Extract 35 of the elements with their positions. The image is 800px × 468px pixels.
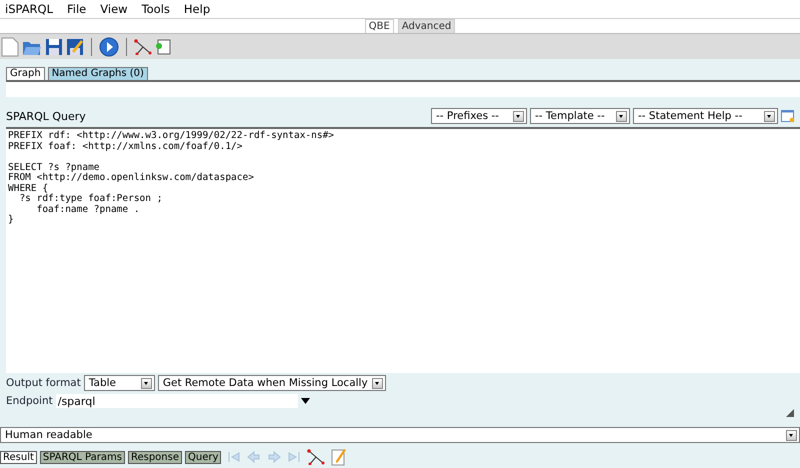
menu-item[interactable]: File bbox=[67, 2, 86, 16]
query-editor[interactable]: PREFIX rdf: <http://www.w3.org/1999/02/22-rdf-syntax-ns#> PREFIX foaf: <http://xmlns.com/foaf/0.1/> SELECT ?s ?pname FROM <http://demo.openlinksw.com/dataspace> WHERE { ?s rdf:type foaf:Person ; foaf:name ?pname . } bbox=[6, 127, 800, 373]
save-as-icon[interactable] bbox=[66, 38, 84, 56]
insert-icon[interactable] bbox=[155, 38, 171, 54]
graph-icon[interactable] bbox=[134, 38, 152, 54]
new-window-icon[interactable] bbox=[781, 110, 795, 122]
app-menu[interactable]: iSPARQL bbox=[5, 2, 54, 16]
dropdown[interactable]: Get Remote Data when Missing Locally bbox=[158, 375, 386, 391]
mode-tab[interactable]: Advanced bbox=[398, 19, 456, 33]
mode-tab[interactable]: QBE bbox=[364, 19, 394, 33]
new-document-icon[interactable] bbox=[1, 36, 19, 56]
graph-tab[interactable]: Graph bbox=[6, 67, 45, 80]
dropdown[interactable]: Human readable bbox=[0, 427, 800, 443]
edit-document-icon[interactable] bbox=[331, 448, 348, 466]
result-tab[interactable]: Result bbox=[0, 450, 37, 464]
save-icon[interactable] bbox=[45, 38, 63, 56]
graph-tab[interactable]: Named Graphs (0) bbox=[48, 67, 148, 80]
dropdown-arrow-icon[interactable] bbox=[300, 398, 310, 404]
resize-grip-icon[interactable] bbox=[786, 409, 794, 417]
endpoint-label: Endpoint bbox=[6, 395, 53, 407]
menu-item[interactable]: View bbox=[100, 2, 128, 16]
output-format-label: Output format bbox=[6, 377, 81, 389]
dropdown[interactable]: -- Statement Help -- bbox=[633, 108, 778, 124]
result-tab[interactable]: Response bbox=[128, 450, 182, 464]
dropdown[interactable]: -- Prefixes -- bbox=[431, 108, 527, 124]
dropdown[interactable]: Table bbox=[84, 375, 155, 391]
query-label: SPARQL Query bbox=[6, 110, 86, 122]
result-tab[interactable]: SPARQL Params bbox=[40, 450, 125, 464]
run-icon[interactable] bbox=[99, 36, 119, 56]
menu-item[interactable]: Help bbox=[184, 2, 210, 16]
dropdown[interactable]: -- Template -- bbox=[530, 108, 630, 124]
graph-icon[interactable] bbox=[307, 449, 326, 465]
menu-item[interactable]: Tools bbox=[142, 2, 170, 16]
result-tab[interactable]: Query bbox=[185, 450, 222, 464]
endpoint-field[interactable]: /sparql bbox=[56, 394, 298, 408]
